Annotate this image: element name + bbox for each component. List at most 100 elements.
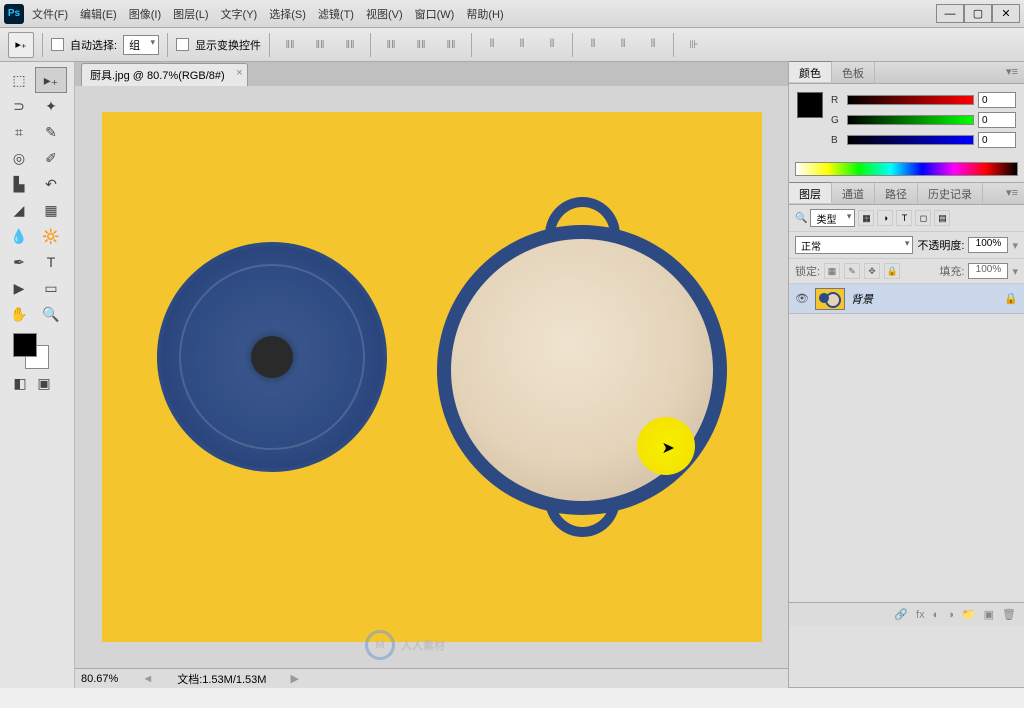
tool-crop[interactable]: ⌗ <box>3 119 35 145</box>
auto-select-checkbox[interactable] <box>51 38 64 51</box>
document-status[interactable]: 文档:1.53M/1.53M <box>177 671 266 687</box>
lock-paint-icon[interactable]: ✎ <box>844 263 860 279</box>
menu-help[interactable]: 帮助(H) <box>466 6 503 22</box>
filter-shape-icon[interactable]: ◻ <box>915 210 931 226</box>
opacity-stepper-icon[interactable]: ▾ <box>1012 239 1018 252</box>
panel-menu-icon[interactable]: ▾≡ <box>1000 183 1024 204</box>
menu-type[interactable]: 文字(Y) <box>221 6 258 22</box>
tool-rectangle[interactable]: ▭ <box>35 275 67 301</box>
tool-screen-mode[interactable]: ▣ <box>33 373 55 393</box>
tool-healing[interactable]: ◎ <box>3 145 35 171</box>
menu-file[interactable]: 文件(F) <box>32 6 68 22</box>
tool-hand[interactable]: ✋ <box>3 301 35 327</box>
menu-edit[interactable]: 编辑(E) <box>80 6 117 22</box>
align-left-icon[interactable]: ‖‖ <box>379 35 403 55</box>
align-vcenter-icon[interactable]: ‖‖ <box>308 35 332 55</box>
filter-smart-icon[interactable]: ▤ <box>934 210 950 226</box>
tool-zoom[interactable]: 🔍 <box>35 301 67 327</box>
align-right-icon[interactable]: ‖‖ <box>439 35 463 55</box>
tool-dodge[interactable]: 🔆 <box>35 223 67 249</box>
tab-channels[interactable]: 通道 <box>832 183 875 204</box>
visibility-icon[interactable]: 👁 <box>795 292 809 305</box>
tool-eraser[interactable]: ◢ <box>3 197 35 223</box>
document-tab[interactable]: 厨具.jpg @ 80.7%(RGB/8#) × <box>81 63 248 86</box>
lock-pixels-icon[interactable]: ▦ <box>824 263 840 279</box>
distribute-left-icon[interactable]: ⫴ <box>581 35 605 55</box>
align-top-icon[interactable]: ‖‖ <box>278 35 302 55</box>
new-group-icon[interactable]: 📁 <box>962 608 976 621</box>
new-layer-icon[interactable]: ▣ <box>984 608 994 621</box>
b-slider[interactable] <box>847 135 974 145</box>
tool-history-brush[interactable]: ↶ <box>35 171 67 197</box>
tool-lasso[interactable]: ⊃ <box>3 93 35 119</box>
layer-row-background[interactable]: 👁 背景 🔒 <box>789 284 1024 314</box>
distribute-hcenter-icon[interactable]: ⫴ <box>611 35 635 55</box>
opacity-input[interactable]: 100% <box>968 237 1008 253</box>
minimize-button[interactable]: — <box>936 4 964 23</box>
panel-menu-icon[interactable]: ▾≡ <box>1000 62 1024 83</box>
layer-fx-icon[interactable]: fx <box>916 609 925 621</box>
tool-quick-mask[interactable]: ◧ <box>9 373 31 393</box>
spectrum-picker[interactable] <box>795 162 1018 176</box>
link-layers-icon[interactable]: 🔗 <box>894 608 908 621</box>
fill-input[interactable]: 100% <box>968 263 1008 279</box>
tool-path-select[interactable]: ▶ <box>3 275 35 301</box>
tool-marquee[interactable]: ⬚ <box>3 67 35 93</box>
distribute-right-icon[interactable]: ⫴ <box>641 35 665 55</box>
g-input[interactable] <box>978 112 1016 128</box>
filter-type-dropdown[interactable]: 类型 <box>810 209 855 227</box>
lock-icon[interactable]: 🔒 <box>1004 292 1018 305</box>
close-tab-icon[interactable]: × <box>236 67 242 79</box>
show-transform-checkbox[interactable] <box>176 38 189 51</box>
auto-select-dropdown[interactable]: 组 <box>123 35 159 55</box>
tab-history[interactable]: 历史记录 <box>918 183 983 204</box>
foreground-color[interactable] <box>13 333 37 357</box>
distribute-top-icon[interactable]: ⫴ <box>480 35 504 55</box>
filter-type-icon[interactable]: T <box>896 210 912 226</box>
tab-paths[interactable]: 路径 <box>875 183 918 204</box>
tab-layers[interactable]: 图层 <box>789 182 832 203</box>
r-input[interactable] <box>978 92 1016 108</box>
layer-name[interactable]: 背景 <box>851 291 998 307</box>
menu-image[interactable]: 图像(I) <box>129 6 161 22</box>
tool-magic-wand[interactable]: ✦ <box>35 93 67 119</box>
adjustment-layer-icon[interactable]: ◑ <box>947 609 954 621</box>
zoom-level[interactable]: 80.67% <box>81 673 118 685</box>
align-hcenter-icon[interactable]: ‖‖ <box>409 35 433 55</box>
menu-layer[interactable]: 图层(L) <box>173 6 208 22</box>
tool-pen[interactable]: ✒ <box>3 249 35 275</box>
b-input[interactable] <box>978 132 1016 148</box>
menu-filter[interactable]: 滤镜(T) <box>318 6 354 22</box>
tool-blur[interactable]: 💧 <box>3 223 35 249</box>
tab-color[interactable]: 颜色 <box>789 61 832 82</box>
g-slider[interactable] <box>847 115 974 125</box>
layer-mask-icon[interactable]: ◐ <box>933 609 940 621</box>
filter-adjust-icon[interactable]: ◑ <box>877 210 893 226</box>
tool-brush[interactable]: ✐ <box>35 145 67 171</box>
tool-stamp[interactable]: ▙ <box>3 171 35 197</box>
menu-window[interactable]: 窗口(W) <box>415 6 455 22</box>
layer-thumbnail[interactable] <box>815 288 845 310</box>
canvas[interactable]: ➤ <box>102 112 762 642</box>
tool-eyedropper[interactable]: ✎ <box>35 119 67 145</box>
3d-mode-icon[interactable]: ⊪ <box>682 35 706 55</box>
tab-swatches[interactable]: 色板 <box>832 62 875 83</box>
blend-mode-dropdown[interactable]: 正常 <box>795 236 913 254</box>
close-button[interactable]: ✕ <box>992 4 1020 23</box>
active-tool-indicator[interactable]: ▸₊ <box>8 32 34 58</box>
tool-gradient[interactable]: ▦ <box>35 197 67 223</box>
lock-position-icon[interactable]: ✥ <box>864 263 880 279</box>
menu-view[interactable]: 视图(V) <box>366 6 403 22</box>
lock-all-icon[interactable]: 🔒 <box>884 263 900 279</box>
distribute-vcenter-icon[interactable]: ⫴ <box>510 35 534 55</box>
color-swatch[interactable] <box>797 92 823 118</box>
fill-stepper-icon[interactable]: ▾ <box>1012 265 1018 278</box>
status-arrow-icon[interactable]: ▶ <box>290 672 298 685</box>
maximize-button[interactable]: ▢ <box>964 4 992 23</box>
distribute-bottom-icon[interactable]: ⫴ <box>540 35 564 55</box>
filter-pixel-icon[interactable]: ▦ <box>858 210 874 226</box>
align-bottom-icon[interactable]: ‖‖ <box>338 35 362 55</box>
tool-type[interactable]: T <box>35 249 67 275</box>
menu-select[interactable]: 选择(S) <box>269 6 306 22</box>
r-slider[interactable] <box>847 95 974 105</box>
